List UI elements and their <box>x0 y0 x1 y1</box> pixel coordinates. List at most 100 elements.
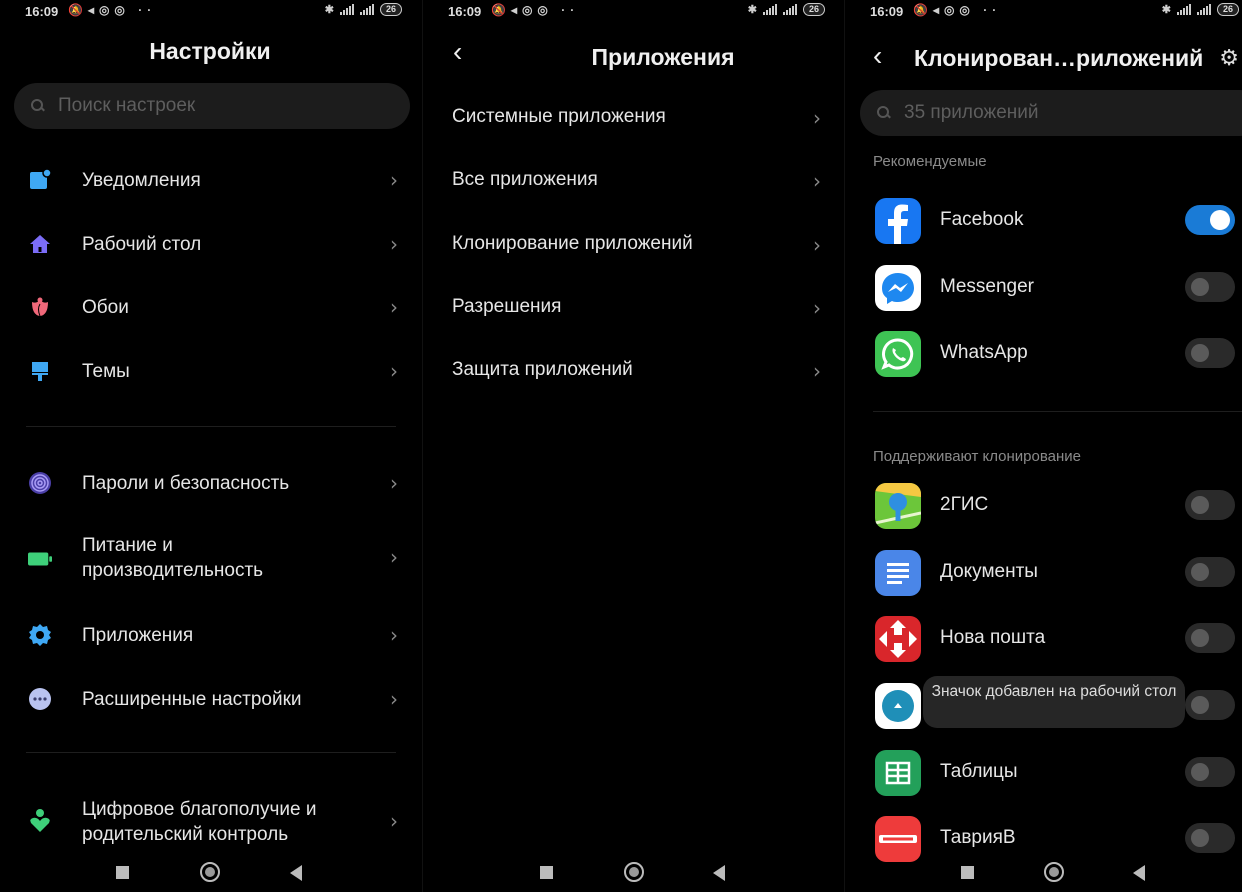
settings-item-digital-wellbeing[interactable]: Цифровое благополучие и родительский кон… <box>0 796 420 850</box>
back-arrow-icon[interactable]: ‹ <box>873 42 882 70</box>
navigation-bar <box>423 856 843 892</box>
search-input[interactable] <box>56 94 360 118</box>
menu-item-system-apps[interactable]: Системные приложения › <box>423 99 843 139</box>
docs-icon <box>875 550 921 596</box>
sheets-icon <box>875 750 921 796</box>
chevron-right-icon: › <box>390 359 398 383</box>
paint-brush-icon <box>28 359 52 383</box>
chevron-right-icon: › <box>813 296 821 320</box>
settings-item-advanced[interactable]: Расширенные настройки › <box>0 685 420 713</box>
chevron-right-icon: › <box>390 687 398 711</box>
home-button[interactable] <box>200 862 220 882</box>
signal-icon <box>359 4 374 15</box>
battery-icon <box>28 547 52 571</box>
home-button[interactable] <box>1044 862 1064 882</box>
nova-poshta-icon <box>875 616 921 662</box>
page-title: Клонирован…риложений <box>914 45 1204 71</box>
divider <box>873 411 1242 412</box>
settings-item-power-performance[interactable]: Питание и производительность › <box>0 532 420 586</box>
settings-item-wallpaper[interactable]: Обои › <box>0 293 420 321</box>
menu-item-all-apps[interactable]: Все приложения › <box>423 162 843 202</box>
chevron-right-icon: › <box>390 295 398 319</box>
tulip-icon <box>28 295 52 319</box>
battery-icon: 26 <box>802 3 825 16</box>
clone-toggle[interactable] <box>1185 205 1235 235</box>
2gis-icon <box>875 483 921 529</box>
app-row-2gis: 2ГИС <box>845 479 1242 535</box>
toast-message: Значок добавлен на рабочий стол <box>923 676 1185 728</box>
recents-button[interactable] <box>540 866 553 879</box>
search-bar[interactable] <box>14 83 410 129</box>
app-row-docs: Документы <box>845 546 1242 602</box>
back-button[interactable] <box>290 865 302 881</box>
clone-toggle[interactable] <box>1185 338 1235 368</box>
clone-toggle[interactable] <box>1185 557 1235 587</box>
clone-toggle[interactable] <box>1185 757 1235 787</box>
status-bar: 16:09 🔕◂◎◎ ·· ✱ 26 <box>0 0 420 26</box>
notification-icons: 🔕◂◎◎ ·· <box>491 3 580 17</box>
recents-button[interactable] <box>116 866 129 879</box>
more-icon <box>28 687 52 711</box>
search-input[interactable] <box>902 101 1206 125</box>
back-button[interactable] <box>713 865 725 881</box>
bluetooth-icon: ✱ <box>747 4 757 16</box>
status-time: 16:09 <box>870 4 904 19</box>
clone-toggle[interactable] <box>1185 623 1235 653</box>
status-time: 16:09 <box>448 4 482 19</box>
settings-screen: 16:09 🔕◂◎◎ ·· ✱ 26 Настройки Уведомления… <box>0 0 420 892</box>
chevron-right-icon: › <box>390 168 398 192</box>
chevron-right-icon: › <box>390 471 398 495</box>
clone-toggle[interactable] <box>1185 690 1235 720</box>
settings-gear-icon[interactable]: ⚙ <box>1219 46 1239 71</box>
notification-icons: 🔕◂◎◎ ·· <box>68 3 157 17</box>
chevron-right-icon: › <box>390 809 398 833</box>
page-title: Настройки <box>149 38 271 64</box>
menu-item-permissions[interactable]: Разрешения › <box>423 289 843 329</box>
back-arrow-icon[interactable]: ‹ <box>453 38 462 66</box>
app-row-nova-poshta: Нова пошта <box>845 612 1242 668</box>
clone-toggle[interactable] <box>1185 823 1235 853</box>
whatsapp-icon <box>875 331 921 377</box>
chevron-right-icon: › <box>390 232 398 256</box>
settings-item-notifications[interactable]: Уведомления › <box>0 166 420 194</box>
clone-toggle[interactable] <box>1185 490 1235 520</box>
home-button[interactable] <box>624 862 644 882</box>
status-bar: 16:09 🔕◂◎◎ ·· ✱ 26 <box>845 0 1242 26</box>
fingerprint-icon <box>28 471 52 495</box>
app-row-facebook: Facebook <box>845 194 1242 250</box>
settings-item-desktop[interactable]: Рабочий стол › <box>0 230 420 258</box>
chevron-right-icon: › <box>390 545 398 569</box>
home-icon <box>28 232 52 256</box>
signal-icon <box>782 4 797 15</box>
clone-toggle[interactable] <box>1185 272 1235 302</box>
chevron-right-icon: › <box>813 169 821 193</box>
back-button[interactable] <box>1133 865 1145 881</box>
status-bar: 16:09 🔕◂◎◎ ·· ✱ 26 <box>423 0 843 26</box>
chevron-right-icon: › <box>390 623 398 647</box>
messenger-icon <box>875 265 921 311</box>
search-bar[interactable] <box>860 90 1242 136</box>
app-row-sheets: Таблицы <box>845 746 1242 802</box>
search-icon <box>30 98 46 114</box>
apps-screen: 16:09 🔕◂◎◎ ·· ✱ 26 ‹ Приложения Системны… <box>422 0 843 892</box>
section-header-supported: Поддерживают клонирование <box>873 448 1081 465</box>
facebook-icon <box>875 198 921 244</box>
signal-icon <box>762 4 777 15</box>
gear-icon <box>28 623 52 647</box>
recents-button[interactable] <box>961 866 974 879</box>
settings-item-apps[interactable]: Приложения › <box>0 621 420 649</box>
notifications-icon <box>28 168 52 192</box>
signal-icon <box>1196 4 1211 15</box>
battery-icon: 26 <box>379 3 402 16</box>
divider <box>26 752 396 753</box>
menu-item-app-cloning[interactable]: Клонирование приложений › <box>423 226 843 266</box>
divider <box>26 426 396 427</box>
settings-item-passwords-security[interactable]: Пароли и безопасность › <box>0 469 420 497</box>
signal-icon <box>1176 4 1191 15</box>
app-row-messenger: Messenger <box>845 261 1242 317</box>
bluetooth-icon: ✱ <box>1161 4 1171 16</box>
page-title: Приложения <box>591 44 735 70</box>
settings-item-themes[interactable]: Темы › <box>0 357 420 385</box>
navigation-bar <box>0 856 420 892</box>
menu-item-app-lock[interactable]: Защита приложений › <box>423 352 843 392</box>
